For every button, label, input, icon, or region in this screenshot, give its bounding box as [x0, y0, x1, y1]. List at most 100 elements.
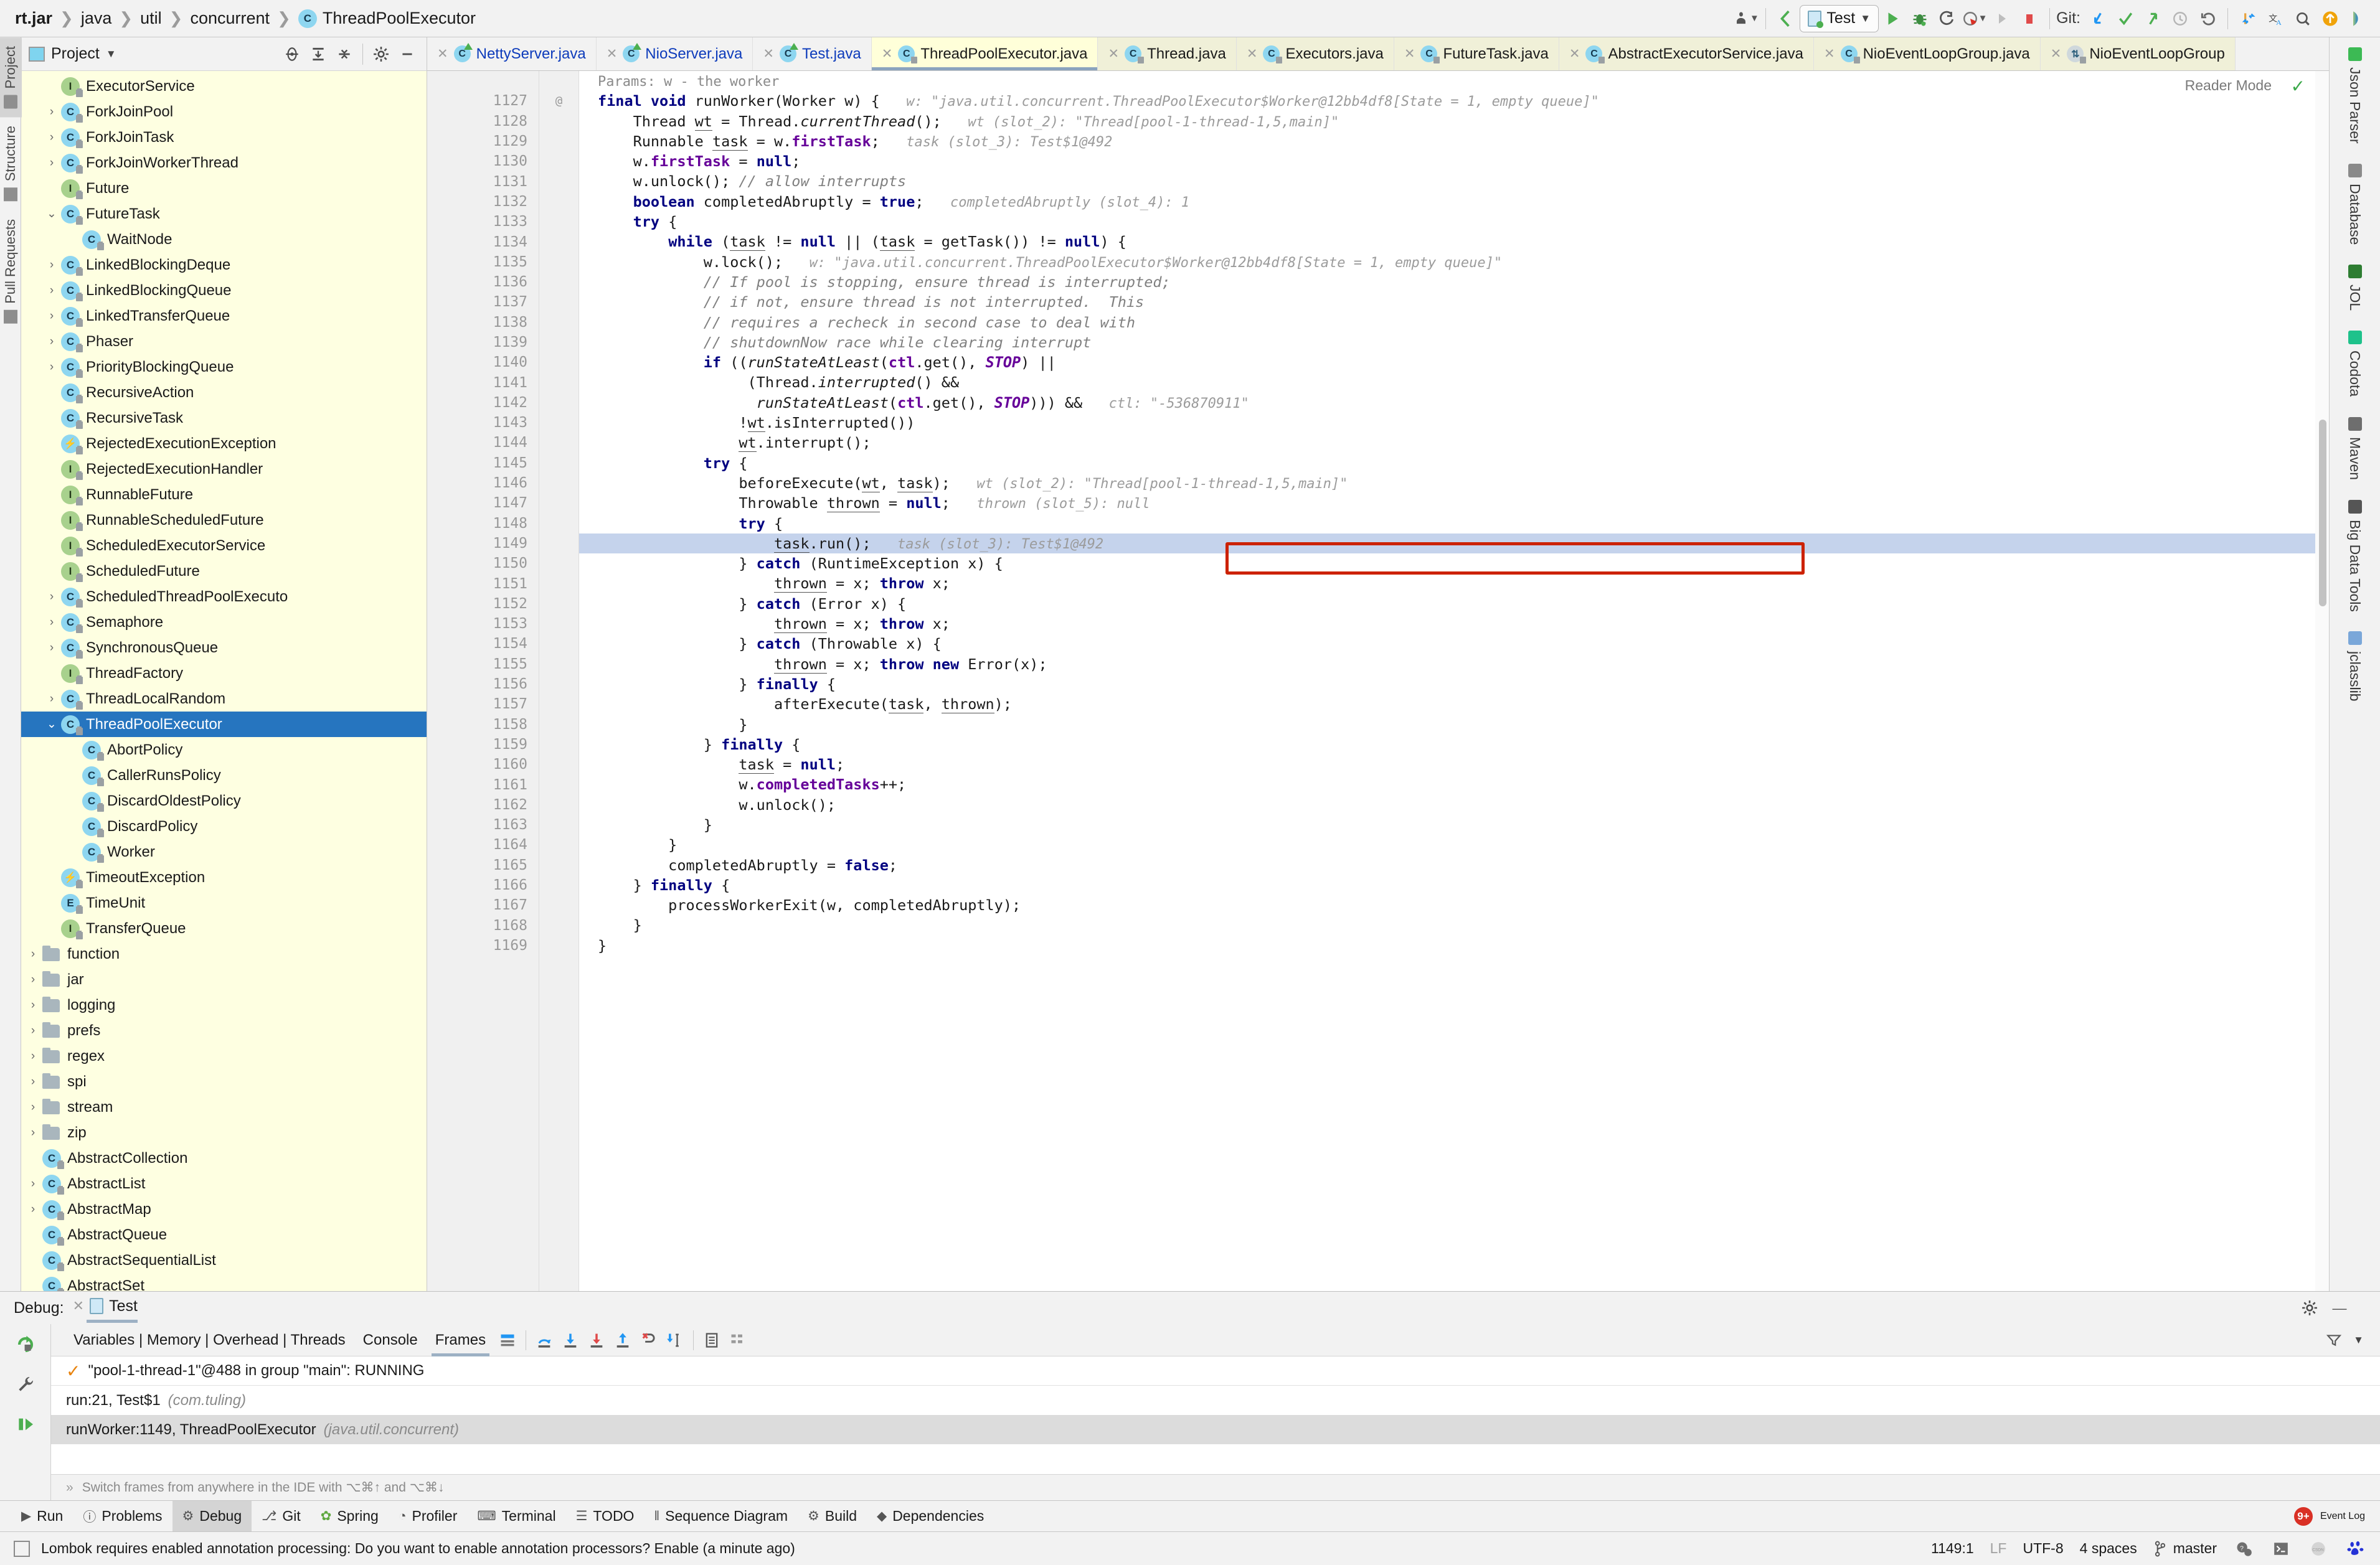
tree-node-priorityblockingqueue[interactable]: ›CPriorityBlockingQueue: [21, 354, 427, 380]
line-number[interactable]: 1141: [427, 372, 539, 392]
line-number[interactable]: 1150: [427, 553, 539, 573]
line-number[interactable]: 1138: [427, 313, 539, 332]
chevron-down-icon[interactable]: ▼: [2353, 1334, 2364, 1346]
tree-node-abstractqueue[interactable]: CAbstractQueue: [21, 1222, 427, 1248]
status-message[interactable]: Lombok requires enabled annotation proce…: [41, 1540, 795, 1557]
chevron-right-icon[interactable]: ›: [24, 1024, 42, 1038]
project-panel-title[interactable]: Project ▼: [29, 45, 116, 63]
fold-marker[interactable]: [539, 715, 578, 735]
editor-tab-bar[interactable]: ✕CNettyServer.java✕CNioServer.java✕CTest…: [427, 37, 2329, 71]
fold-marker[interactable]: [539, 352, 578, 372]
fold-marker[interactable]: [539, 111, 578, 131]
git-commit-icon[interactable]: [2112, 5, 2139, 32]
close-icon[interactable]: ✕: [607, 46, 618, 62]
line-number[interactable]: 1134: [427, 232, 539, 251]
line-number[interactable]: 1149: [427, 533, 539, 553]
tree-node-threadfactory[interactable]: IThreadFactory: [21, 660, 427, 686]
fold-marker[interactable]: [539, 553, 578, 573]
chevron-down-icon[interactable]: ⌄: [42, 717, 61, 731]
translate-icon[interactable]: 文A: [2262, 5, 2289, 32]
code-line[interactable]: afterExecute(task, thrown);: [579, 694, 2329, 714]
tree-node-forkjoinpool[interactable]: ›CForkJoinPool: [21, 99, 427, 125]
tool-window-button-git[interactable]: ⎇Git: [252, 1501, 311, 1532]
code-line[interactable]: Thread wt = Thread.currentThread(); wt (…: [579, 111, 2329, 131]
run-configuration-selector[interactable]: Test ▼: [1800, 5, 1879, 32]
help-gear-icon[interactable]: ?: [2233, 1538, 2254, 1559]
code-line[interactable]: w.unlock(); // allow interrupts: [579, 171, 2329, 191]
line-number[interactable]: 1139: [427, 332, 539, 352]
right-sidebar-item-maven[interactable]: Maven: [2341, 407, 2368, 490]
collapse-all-icon[interactable]: [333, 42, 356, 66]
filter-icon[interactable]: [2323, 1330, 2345, 1351]
caret-position[interactable]: 1149:1: [1931, 1540, 1974, 1557]
code-line[interactable]: }: [579, 835, 2329, 855]
fold-marker[interactable]: [539, 614, 578, 634]
line-number[interactable]: 1136: [427, 272, 539, 292]
code-line[interactable]: Throwable thrown = null; thrown (slot_5)…: [579, 493, 2329, 513]
tree-node-executorservice[interactable]: IExecutorService: [21, 73, 427, 99]
sidebar-item-project[interactable]: Project: [0, 37, 22, 117]
chevron-right-icon[interactable]: ›: [42, 692, 61, 706]
chevron-right-icon[interactable]: ›: [42, 105, 61, 119]
event-log-area[interactable]: 9+Event Log: [2294, 1507, 2380, 1526]
code-line[interactable]: (Thread.interrupted() &&: [579, 372, 2329, 392]
fold-marker[interactable]: [539, 413, 578, 433]
chevron-right-icon[interactable]: ›: [42, 131, 61, 144]
fold-marker[interactable]: [539, 433, 578, 453]
tree-node-future[interactable]: IFuture: [21, 176, 427, 201]
code-line[interactable]: }: [579, 815, 2329, 835]
chevron-right-icon[interactable]: ›: [24, 973, 42, 987]
step-out-icon[interactable]: [610, 1327, 636, 1353]
tool-window-button-dependencies[interactable]: ◆Dependencies: [867, 1501, 994, 1532]
line-number[interactable]: 1140: [427, 352, 539, 372]
tool-window-button-build[interactable]: ⚙Build: [798, 1501, 867, 1532]
fold-gutter[interactable]: @: [539, 71, 579, 1291]
tree-node-scheduledfuture[interactable]: IScheduledFuture: [21, 558, 427, 584]
code-line[interactable]: } finally {: [579, 735, 2329, 754]
line-number[interactable]: 1135: [427, 252, 539, 272]
editor-tab-thread-java[interactable]: ✕CThread.java: [1098, 37, 1236, 70]
settings-wrench-icon[interactable]: [11, 1370, 40, 1399]
code-line[interactable]: } catch (Error x) {: [579, 594, 2329, 614]
tree-node-function[interactable]: ›function: [21, 941, 427, 967]
code-line[interactable]: } finally {: [579, 875, 2329, 895]
chevron-right-icon[interactable]: ›: [42, 590, 61, 604]
code-line[interactable]: thrown = x; throw x;: [579, 614, 2329, 634]
line-number[interactable]: 1142: [427, 393, 539, 413]
tool-window-button-sequence-diagram[interactable]: ‖Sequence Diagram: [644, 1501, 798, 1532]
breadcrumb-item-java[interactable]: java: [75, 9, 118, 28]
minimize-icon[interactable]: —: [2329, 1297, 2350, 1318]
fold-marker[interactable]: [539, 573, 578, 593]
line-number[interactable]: 1163: [427, 815, 539, 835]
line-number[interactable]: 1167: [427, 895, 539, 915]
tree-node-abortpolicy[interactable]: CAbortPolicy: [21, 737, 427, 763]
fold-marker[interactable]: [539, 915, 578, 935]
tree-node-timeoutexception[interactable]: ⚡TimeoutException: [21, 865, 427, 890]
line-number[interactable]: 1133: [427, 212, 539, 232]
tree-node-scheduledexecutorservice[interactable]: IScheduledExecutorService: [21, 533, 427, 558]
line-number[interactable]: 1157: [427, 694, 539, 714]
code-line[interactable]: } catch (Throwable x) {: [579, 634, 2329, 654]
line-number[interactable]: 1168: [427, 915, 539, 935]
layout-icon[interactable]: [494, 1327, 521, 1353]
line-number[interactable]: 1147: [427, 493, 539, 513]
fold-marker[interactable]: [539, 453, 578, 473]
tree-node-prefs[interactable]: ›prefs: [21, 1018, 427, 1043]
fold-marker[interactable]: [539, 594, 578, 614]
close-icon[interactable]: ✕: [1108, 46, 1119, 62]
close-icon[interactable]: ✕: [1569, 46, 1580, 62]
tab-frames[interactable]: Frames: [427, 1324, 494, 1356]
chevron-right-icon[interactable]: ›: [24, 1101, 42, 1114]
terminal-status-icon[interactable]: [2270, 1538, 2292, 1559]
git-update-icon[interactable]: [2084, 5, 2112, 32]
inspection-check-icon[interactable]: ✓: [2291, 76, 2305, 96]
reader-mode-label[interactable]: Reader Mode: [2185, 77, 2272, 94]
code-line[interactable]: !wt.isInterrupted()): [579, 413, 2329, 433]
tree-node-threadlocalrandom[interactable]: ›CThreadLocalRandom: [21, 686, 427, 712]
tree-node-linkedblockingqueue[interactable]: ›CLinkedBlockingQueue: [21, 278, 427, 303]
code-line[interactable]: }: [579, 936, 2329, 956]
frame-row[interactable]: run:21, Test$1 (com.tuling): [51, 1386, 2380, 1415]
back-arrow-icon[interactable]: [1772, 5, 1800, 32]
fold-marker[interactable]: [539, 131, 578, 151]
code-line[interactable]: task = null;: [579, 754, 2329, 774]
